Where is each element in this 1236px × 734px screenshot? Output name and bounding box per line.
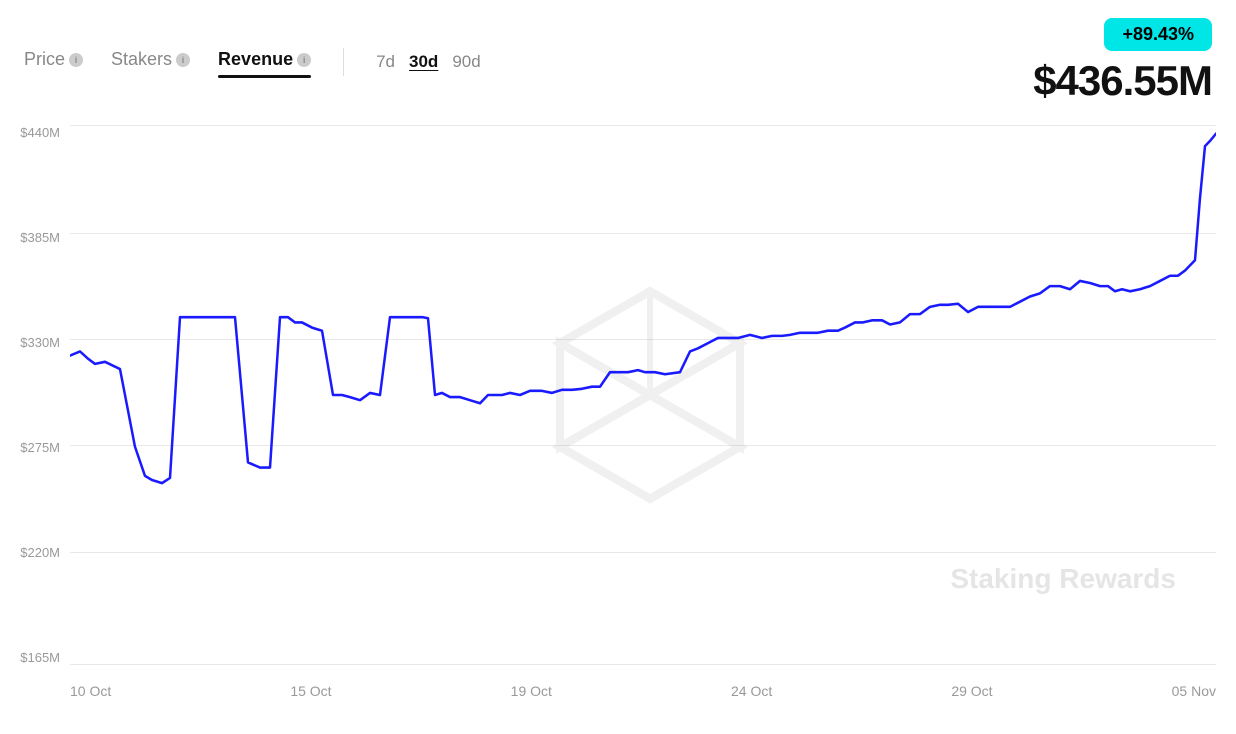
main-value: $436.55M xyxy=(1033,57,1212,105)
header-right: +89.43% $436.55M xyxy=(1033,18,1212,105)
tab-price-label: Price xyxy=(24,49,65,70)
x-label-19oct: 19 Oct xyxy=(511,683,552,699)
tab-revenue[interactable]: Revenue i xyxy=(218,49,311,74)
x-label-05nov: 05 Nov xyxy=(1172,683,1216,699)
chart-svg xyxy=(70,115,1216,675)
tabs-left: Price i Stakers i Revenue i 7d 30d 90d xyxy=(24,48,481,76)
tab-revenue-label: Revenue xyxy=(218,49,293,70)
y-axis: $440M $385M $330M $275M $220M $165M xyxy=(0,115,70,675)
y-label-5: $220M xyxy=(0,545,70,560)
x-label-24oct: 24 Oct xyxy=(731,683,772,699)
header: Price i Stakers i Revenue i 7d 30d 90d +… xyxy=(0,0,1236,115)
y-label-1: $440M xyxy=(0,125,70,140)
period-30d[interactable]: 30d xyxy=(409,52,438,72)
tab-price[interactable]: Price i xyxy=(24,49,83,74)
period-90d[interactable]: 90d xyxy=(452,52,480,72)
y-label-2: $385M xyxy=(0,230,70,245)
x-label-15oct: 15 Oct xyxy=(290,683,331,699)
tab-divider xyxy=(343,48,344,76)
x-axis: 10 Oct 15 Oct 19 Oct 24 Oct 29 Oct 05 No… xyxy=(0,675,1236,699)
tab-stakers[interactable]: Stakers i xyxy=(111,49,190,74)
revenue-info-icon[interactable]: i xyxy=(297,53,311,67)
chart-area: $440M $385M $330M $275M $220M $165M xyxy=(0,115,1236,675)
price-info-icon[interactable]: i xyxy=(69,53,83,67)
chart-line xyxy=(70,134,1216,483)
stakers-info-icon[interactable]: i xyxy=(176,53,190,67)
x-label-29oct: 29 Oct xyxy=(951,683,992,699)
x-label-10oct: 10 Oct xyxy=(70,683,111,699)
y-label-3: $330M xyxy=(0,335,70,350)
y-label-4: $275M xyxy=(0,440,70,455)
percent-badge: +89.43% xyxy=(1104,18,1212,51)
period-tabs: 7d 30d 90d xyxy=(376,52,481,72)
period-7d[interactable]: 7d xyxy=(376,52,395,72)
tab-stakers-label: Stakers xyxy=(111,49,172,70)
y-label-6: $165M xyxy=(0,650,70,665)
